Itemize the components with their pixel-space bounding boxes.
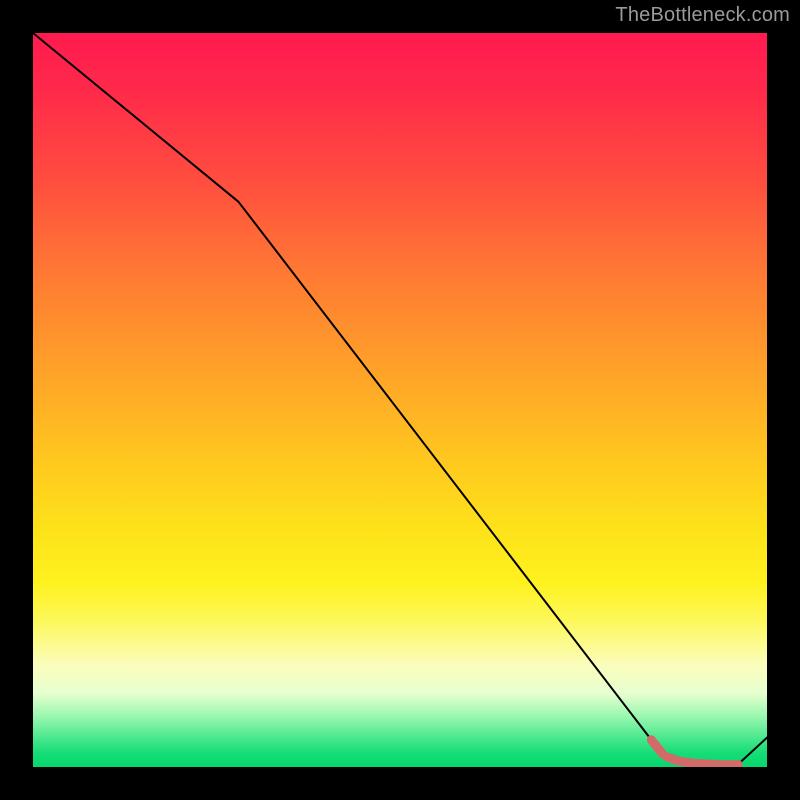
watermark-text: TheBottleneck.com <box>615 4 790 27</box>
chart-svg <box>33 33 767 767</box>
dash-segment <box>651 740 662 754</box>
highlight-dash <box>651 740 736 765</box>
chart-stage: TheBottleneck.com <box>0 0 800 800</box>
plot-area <box>33 33 767 767</box>
curve-line <box>33 33 767 765</box>
